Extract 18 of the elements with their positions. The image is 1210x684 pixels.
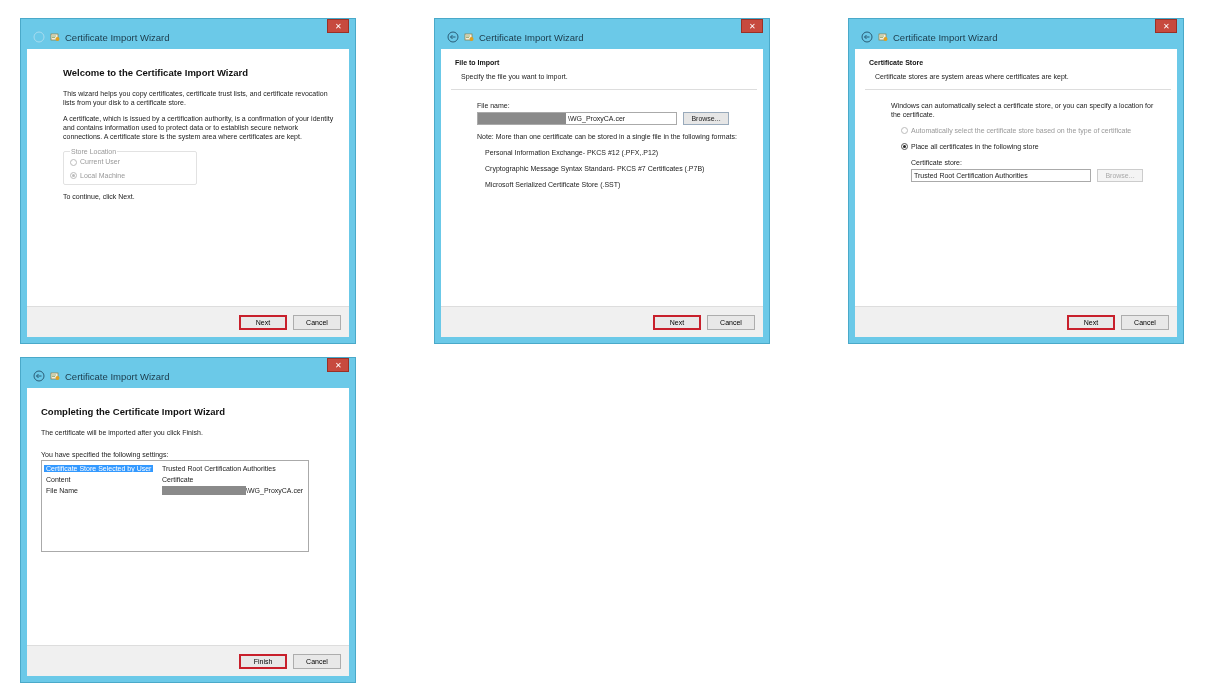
wizard-heading: Completing the Certificate Import Wizard bbox=[41, 406, 227, 417]
close-button[interactable]: ✕ bbox=[327, 358, 349, 372]
radio-button[interactable] bbox=[901, 143, 908, 151]
back-arrow-icon[interactable] bbox=[33, 370, 45, 382]
close-button[interactable]: ✕ bbox=[327, 19, 349, 33]
close-button[interactable]: ✕ bbox=[741, 19, 763, 33]
back-arrow-icon[interactable] bbox=[447, 31, 459, 43]
close-button[interactable]: ✕ bbox=[1155, 19, 1177, 33]
certificate-icon bbox=[50, 32, 60, 42]
certificate-icon bbox=[464, 32, 474, 42]
certificate-icon bbox=[50, 371, 60, 381]
window-title: Certificate Import Wizard bbox=[65, 31, 170, 43]
window-title: Certificate Import Wizard bbox=[479, 31, 584, 43]
wizard-heading: Welcome to the Certificate Import Wizard bbox=[63, 67, 250, 78]
certificate-icon bbox=[878, 32, 888, 42]
window-title: Certificate Import Wizard bbox=[65, 370, 170, 382]
window-title: Certificate Import Wizard bbox=[893, 31, 998, 43]
back-arrow-icon[interactable] bbox=[861, 31, 873, 43]
